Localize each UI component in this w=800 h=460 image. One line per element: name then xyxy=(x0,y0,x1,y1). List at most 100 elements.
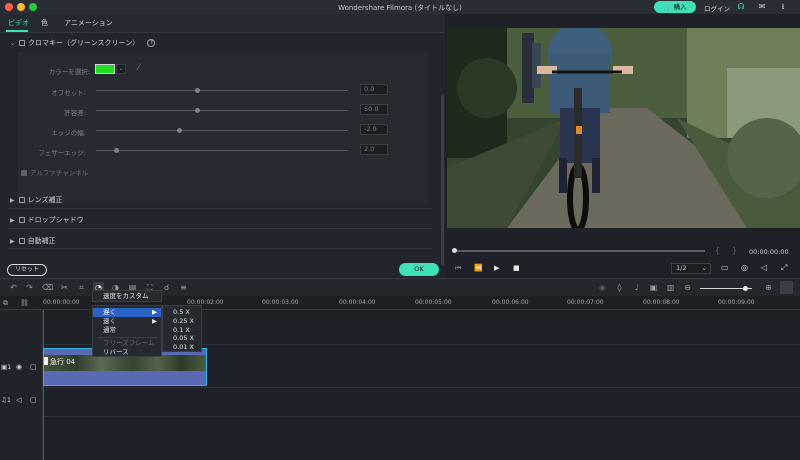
edge-width-slider[interactable] xyxy=(96,130,348,131)
lens-correction-checkbox[interactable] xyxy=(18,197,25,203)
headset-icon[interactable]: ☊ xyxy=(736,2,746,12)
snapshot-icon[interactable]: ◎ xyxy=(741,263,748,272)
download-icon[interactable]: ⭳ xyxy=(778,2,788,12)
lens-correction-header[interactable]: ▶ レンズ補正 xyxy=(10,195,63,205)
auto-enhance-checkbox[interactable] xyxy=(18,238,25,244)
feather-edge-slider-handle[interactable] xyxy=(114,148,120,153)
offset-slider[interactable] xyxy=(96,90,348,91)
playback-controls: { } 00:00:00:00 ⏮ ⏪ ▶ ■ 1/2 ⌄ ▭ ◎ ◁ ⤢ xyxy=(445,228,800,278)
panel-scrollbar[interactable] xyxy=(441,95,444,265)
fullscreen-icon[interactable]: ⤢ xyxy=(781,263,787,273)
edge-width-slider-handle[interactable] xyxy=(177,128,183,133)
key-color-swatch[interactable] xyxy=(95,64,115,74)
chevron-down-icon: ⌄ xyxy=(10,40,16,47)
mail-icon[interactable]: ✉ xyxy=(757,2,767,12)
voiceover-icon[interactable]: ▣ xyxy=(648,282,659,293)
menu-item-slow[interactable]: 遅く ▶ xyxy=(93,308,161,317)
ruler-tick-label: 00:00:05:00 xyxy=(415,299,452,306)
add-track-icon[interactable]: ⧉ xyxy=(3,299,8,308)
frame-back-icon[interactable]: ⏪ xyxy=(474,264,483,272)
clip-audio-waveform xyxy=(44,371,206,385)
mark-in-icon[interactable]: { xyxy=(715,246,720,255)
active-tab-indicator xyxy=(6,30,28,32)
ok-button[interactable]: OK xyxy=(399,263,439,276)
playhead-handle[interactable] xyxy=(452,248,457,253)
ruler-tick-label: 00:00:08:00 xyxy=(643,299,680,306)
tolerance-slider[interactable] xyxy=(96,110,348,111)
speaker-icon[interactable]: ◁ xyxy=(16,396,21,404)
clip-marker-icon xyxy=(44,357,48,365)
chevron-right-icon: ▶ xyxy=(10,238,15,245)
preview-viewer[interactable] xyxy=(447,28,800,228)
delete-icon[interactable]: ⌫ xyxy=(42,282,53,293)
alpha-channel-checkbox[interactable] xyxy=(21,170,27,176)
reset-button[interactable]: リセット xyxy=(7,264,47,276)
chroma-key-header[interactable]: ⌄ クロマキー（グリーンスクリーン） ? xyxy=(10,38,156,48)
menu-item-custom-speed[interactable]: 速度をカスタム xyxy=(93,292,161,301)
eye-icon[interactable]: ◉ xyxy=(16,363,22,371)
render-icon[interactable]: ◉ xyxy=(597,282,608,293)
menu-item-reverse[interactable]: リバース xyxy=(93,348,161,357)
lock-icon[interactable]: ▢ xyxy=(30,396,37,404)
feather-edge-slider[interactable] xyxy=(96,150,348,151)
play-icon[interactable]: ▶ xyxy=(494,264,499,272)
login-link[interactable]: ログイン xyxy=(704,3,730,13)
preview-quality-select[interactable]: 1/2 ⌄ xyxy=(671,263,711,274)
help-icon[interactable]: ? xyxy=(147,39,156,47)
chevron-right-icon: ▶ xyxy=(10,217,15,224)
color-dropdown-chevron-icon[interactable]: ⌄ xyxy=(116,64,126,74)
playback-scrubber[interactable] xyxy=(453,250,705,252)
cut-icon[interactable]: ✂ xyxy=(59,282,70,293)
zoom-slider-handle[interactable] xyxy=(743,286,748,291)
tolerance-slider-handle[interactable] xyxy=(194,108,200,113)
step-back-icon[interactable]: ⏮ xyxy=(455,264,461,273)
audio-track-header: ♫1 xyxy=(1,396,11,404)
video-properties-panel: ⌄ クロマキー（グリーンスクリーン） ? カラーを選択: ⌄ ⁄ オフセット: 0… xyxy=(0,33,445,278)
offset-value-field[interactable]: 0.0 xyxy=(360,84,388,95)
menu-item-normal[interactable]: 通常 xyxy=(93,326,161,335)
lock-icon[interactable]: ▢ xyxy=(30,363,37,371)
submenu-item-speed[interactable]: 0.5 X xyxy=(163,308,201,317)
drop-shadow-header[interactable]: ▶ ドロップシャドウ xyxy=(10,215,84,225)
submenu-arrow-icon: ▶ xyxy=(152,317,157,325)
track-divider xyxy=(43,387,800,388)
subtitle-icon[interactable]: ▥ xyxy=(665,282,676,293)
submenu-item-speed[interactable]: 0.01 X xyxy=(163,343,201,352)
chroma-key-checkbox[interactable] xyxy=(19,40,26,46)
tab-animation[interactable]: アニメーション xyxy=(64,18,113,28)
menu-separator xyxy=(97,337,157,338)
mark-out-icon[interactable]: } xyxy=(732,246,737,255)
tab-video[interactable]: ビデオ xyxy=(8,18,29,28)
redo-icon[interactable]: ↷ xyxy=(24,282,35,293)
timecode-display: 00:00:00:00 xyxy=(749,248,789,256)
offset-slider-handle[interactable] xyxy=(194,88,200,93)
undo-icon[interactable]: ↶ xyxy=(8,282,19,293)
timeline-settings-icon[interactable] xyxy=(780,281,793,294)
volume-icon[interactable]: ◁ xyxy=(761,263,767,272)
drop-shadow-checkbox[interactable] xyxy=(18,217,25,223)
tab-color[interactable]: 色 xyxy=(41,18,48,28)
auto-enhance-header[interactable]: ▶ 自動補正 xyxy=(10,236,56,246)
zoom-in-icon[interactable]: ⊕ xyxy=(763,282,774,293)
crop-icon[interactable]: ⌗ xyxy=(76,282,87,293)
slow-speed-submenu: 0.5 X 0.25 X 0.1 X 0.05 X 0.01 X xyxy=(162,305,202,352)
buy-button[interactable]: 🛒 購入 xyxy=(654,1,696,13)
eyedropper-icon[interactable]: ⁄ xyxy=(138,63,140,73)
menu-item-fast[interactable]: 速く ▶ xyxy=(93,317,161,326)
submenu-item-speed[interactable]: 0.05 X xyxy=(163,334,201,343)
display-icon[interactable]: ▭ xyxy=(721,263,729,272)
alpha-channel-option[interactable]: アルファチャンネル xyxy=(21,167,88,177)
title-bar: Wondershare Filmora (タイトルなし) 🛒 購入 ログイン ☊… xyxy=(0,0,800,14)
link-icon[interactable]: ⛓ xyxy=(20,299,29,307)
tolerance-value-field[interactable]: 50.0 xyxy=(360,104,388,115)
green-screen-icon[interactable]: ☌ xyxy=(161,282,172,293)
microphone-icon[interactable]: ♩ xyxy=(631,282,642,293)
marker-icon[interactable]: ◊ xyxy=(614,282,625,293)
drop-shadow-label: ドロップシャドウ xyxy=(27,216,84,224)
feather-edge-value-field[interactable]: 2.0 xyxy=(360,144,388,155)
edge-width-value-field[interactable]: -2.0 xyxy=(360,124,388,135)
submenu-item-speed[interactable]: 0.25 X xyxy=(163,317,201,326)
stop-icon[interactable]: ■ xyxy=(513,264,520,272)
zoom-out-icon[interactable]: ⊖ xyxy=(682,282,693,293)
audio-mixer-icon[interactable]: ≡ xyxy=(178,282,189,293)
